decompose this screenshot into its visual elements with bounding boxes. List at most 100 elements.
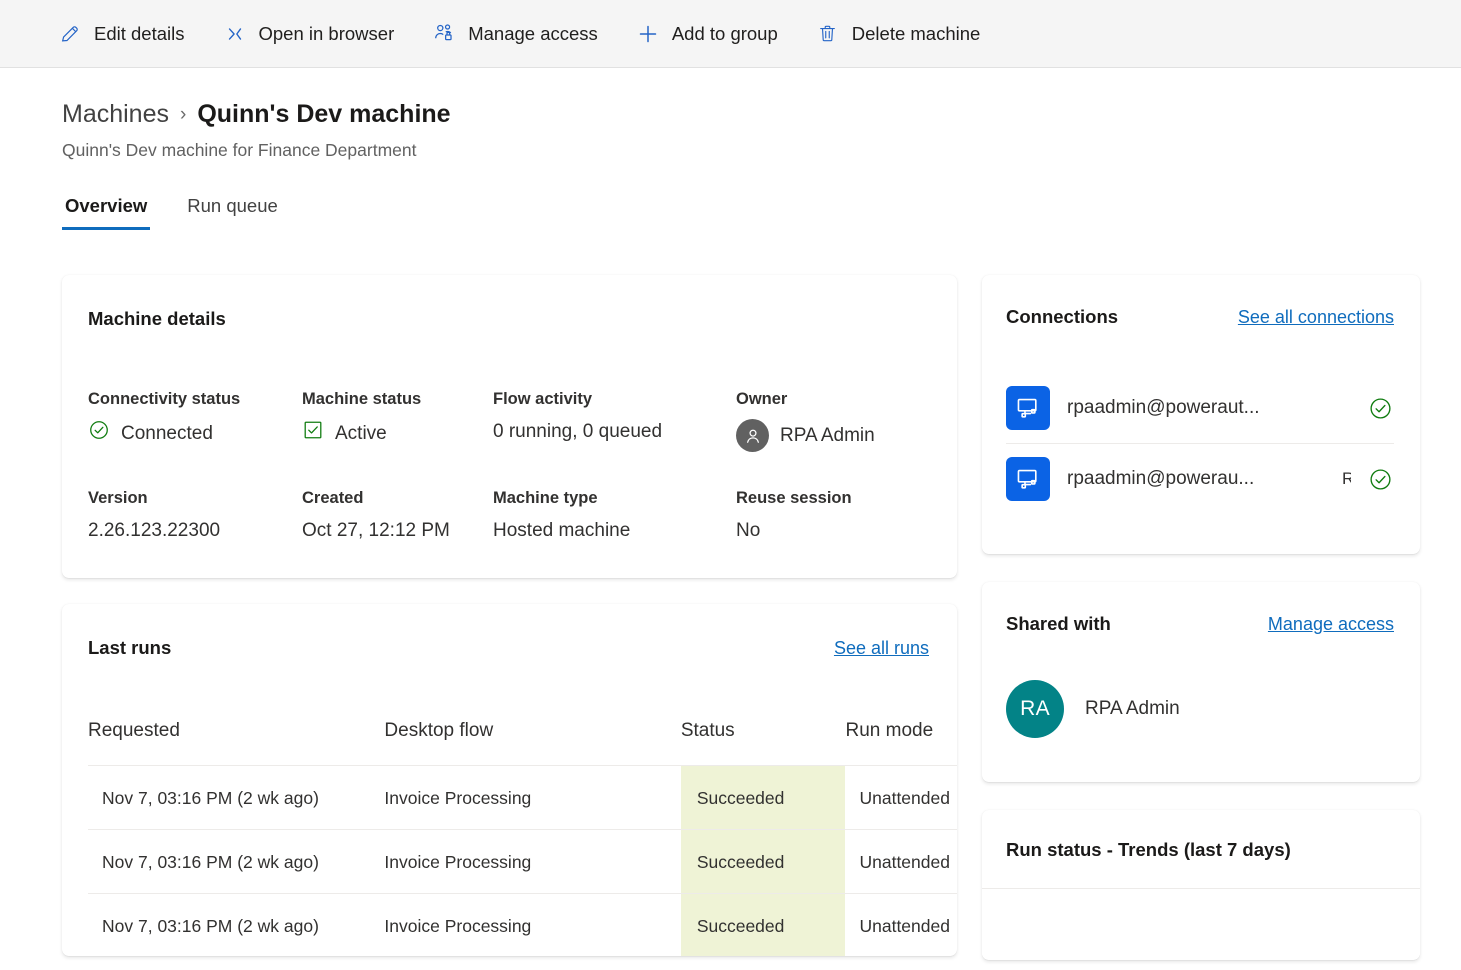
last-runs-table: Requested Desktop flow Status Run mode N… [88,719,957,956]
machine-details-title: Machine details [88,308,226,329]
cell-status: Succeeded [680,829,846,894]
delete-machine-button[interactable]: Delete machine [814,16,983,52]
open-in-browser-button[interactable]: Open in browser [221,16,397,52]
field-value-wrap: 2.26.123.22300 [88,518,302,544]
field-machine-status: Machine status Active [302,389,493,452]
field-value: 0 running, 0 queued [493,421,663,442]
field-value-wrap: RPA Admin [736,419,929,452]
last-runs-title: Last runs [88,637,172,658]
column-header-requested[interactable]: Requested [88,719,384,766]
field-value: RPA Admin [780,424,875,446]
field-version: Version 2.26.123.22300 [88,488,302,544]
field-machine-type: Machine type Hosted machine [493,488,736,544]
open-in-browser-label: Open in browser [258,22,395,44]
edit-details-label: Edit details [94,22,185,44]
connections-header: Connections See all connections [1006,305,1394,329]
column-header-status[interactable]: Status [681,719,846,766]
last-runs-card: Last runs See all runs Requested Desktop… [62,604,957,956]
list-item[interactable]: rpaadmin@powerau... R [1006,443,1394,514]
field-label: Machine type [493,489,598,507]
field-label: Connectivity status [88,390,241,408]
breadcrumb-machines-link[interactable]: Machines [62,98,169,130]
list-item[interactable]: RA RPA Admin [1006,680,1394,738]
field-value-wrap: Connected [88,419,302,449]
trash-icon [816,22,840,46]
run-status-trends-title: Run status - Trends (last 7 days) [1006,839,1291,860]
desktop-flow-connector-icon [1006,457,1050,501]
field-value: 2.26.123.22300 [88,520,221,541]
left-column: Machine details Connectivity status Conn… [62,275,957,956]
green-check-circle-icon [1368,467,1394,492]
right-column: Connections See all connections rpaadmin… [982,275,1420,960]
table-row[interactable]: Nov 7, 03:16 PM (2 wk ago) Invoice Proce… [88,765,957,830]
cell-requested: Nov 7, 03:16 PM (2 wk ago) [88,765,385,830]
field-value: No [736,520,761,541]
field-value-wrap: Active [302,419,493,449]
cell-status: Succeeded [680,765,846,830]
field-flow-activity: Flow activity 0 running, 0 queued [493,389,736,452]
page-subtitle: Quinn's Dev machine for Finance Departme… [62,140,417,160]
avatar: RA [1006,680,1064,738]
tab-run-queue[interactable]: Run queue [184,194,281,230]
see-all-runs-link[interactable]: See all runs [834,638,929,659]
run-status-trends-card: Run status - Trends (last 7 days) [982,810,1420,960]
field-label: Created [302,489,364,507]
run-status-trends-body [982,889,1420,959]
cell-run-mode: Unattended [845,765,957,830]
pencil-icon [58,22,82,46]
connections-list: rpaadmin@poweraut... rpaadmin@powerau...… [1006,373,1394,514]
connections-title: Connections [1006,306,1119,327]
edit-details-button[interactable]: Edit details [56,16,187,52]
field-connectivity-status: Connectivity status Connected [88,389,302,452]
cell-desktop-flow: Invoice Processing [384,893,681,956]
add-to-group-label: Add to group [671,22,778,44]
cell-requested: Nov 7, 03:16 PM (2 wk ago) [88,893,385,956]
content-grid: Machine details Connectivity status Conn… [62,275,1420,960]
breadcrumb-separator-icon: › [180,104,187,125]
green-check-box-icon [302,419,324,449]
field-owner: Owner RPA Admin [736,389,929,452]
manage-access-link[interactable]: Manage access [1268,614,1394,635]
cell-run-mode: Unattended [845,829,957,894]
field-value-wrap: Hosted machine [493,518,736,544]
field-value: Hosted machine [493,520,631,541]
plus-icon [636,22,660,46]
shared-with-title: Shared with [1006,613,1111,634]
people-lock-icon [432,22,456,46]
field-value: Connected [121,423,213,444]
field-value: Oct 27, 12:12 PM [302,520,450,541]
run-status-trends-header: Run status - Trends (last 7 days) [982,810,1420,889]
field-value-wrap: No [736,518,929,544]
machine-details-grid: Connectivity status Connected Machine st… [88,389,929,544]
column-header-run-mode[interactable]: Run mode [845,719,957,766]
field-label: Machine status [302,390,422,408]
table-header-row: Requested Desktop flow Status Run mode [88,719,957,766]
cell-run-mode: Unattended [845,893,957,956]
tab-list: Overview Run queue [62,194,1405,230]
manage-access-button[interactable]: Manage access [430,16,600,52]
field-value: Active [335,423,387,444]
add-to-group-button[interactable]: Add to group [634,16,780,52]
column-header-desktop-flow[interactable]: Desktop flow [384,719,680,766]
field-value-wrap: 0 running, 0 queued [493,419,736,445]
green-check-circle-icon [1368,396,1394,421]
connection-secondary-text: R [1342,469,1351,488]
open-in-browser-icon [223,22,247,46]
field-label: Owner [736,390,788,408]
table-row[interactable]: Nov 7, 03:16 PM (2 wk ago) Invoice Proce… [88,829,957,894]
field-label: Flow activity [493,390,593,408]
command-toolbar: Edit details Open in browser Manage acce… [0,0,1461,68]
page-title: Quinn's Dev machine [197,100,451,128]
field-created: Created Oct 27, 12:12 PM [302,488,493,544]
page-body: Machines › Quinn's Dev machine Quinn's D… [0,68,1461,960]
last-runs-header: Last runs See all runs [88,636,929,660]
tab-overview[interactable]: Overview [62,194,151,230]
table-row[interactable]: Nov 7, 03:16 PM (2 wk ago) Invoice Proce… [88,893,957,956]
list-item[interactable]: rpaadmin@poweraut... [1006,373,1394,443]
cell-status: Succeeded [680,893,846,956]
desktop-flow-connector-icon [1006,386,1050,430]
shared-with-header: Shared with Manage access [1006,612,1394,636]
see-all-connections-link[interactable]: See all connections [1238,307,1394,328]
shared-person-name: RPA Admin [1085,698,1180,719]
shared-with-card: Shared with Manage access RA RPA Admin [982,582,1420,782]
